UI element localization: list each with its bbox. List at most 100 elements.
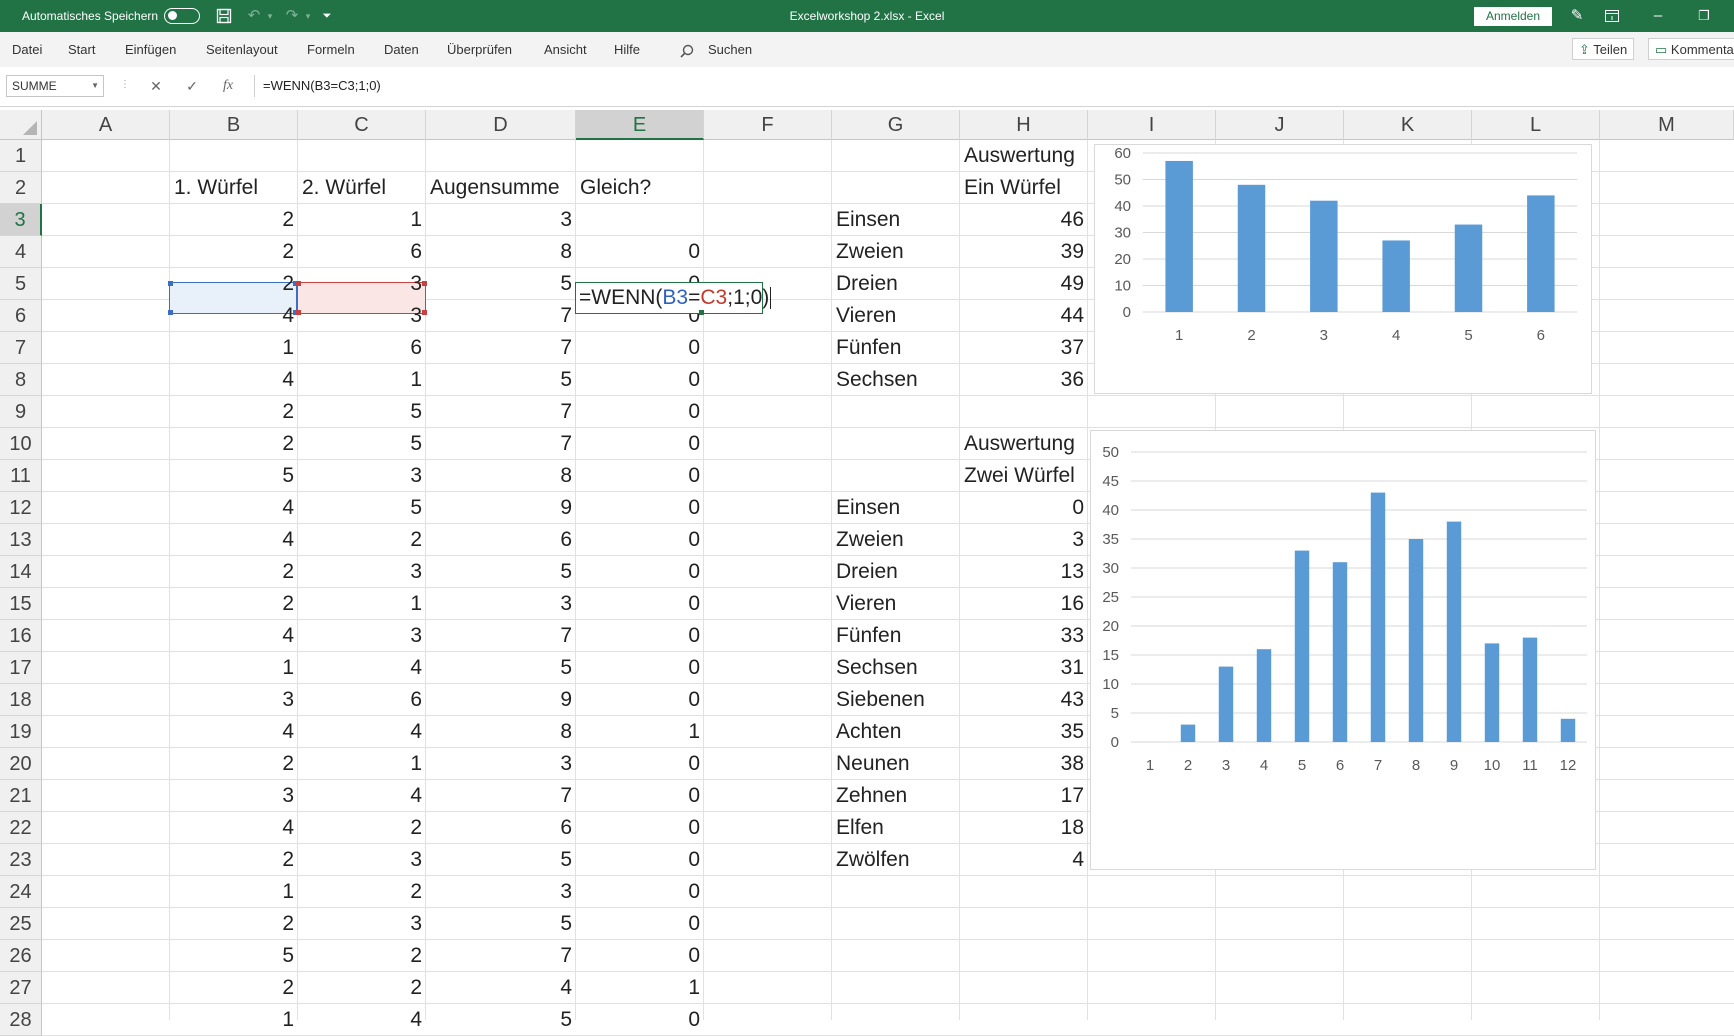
two-dice-value[interactable]: 33	[960, 620, 1088, 652]
two-dice-label[interactable]: Elfen	[832, 812, 960, 844]
two-dice-value[interactable]: 4	[960, 844, 1088, 876]
column-header-d[interactable]: D	[426, 110, 576, 140]
two-dice-label[interactable]: Achten	[832, 716, 960, 748]
cell-b10[interactable]: 2	[170, 428, 298, 460]
two-dice-value[interactable]: 18	[960, 812, 1088, 844]
cell-b11[interactable]: 5	[170, 460, 298, 492]
cell-b27[interactable]: 2	[170, 972, 298, 1004]
cell-c9[interactable]: 5	[298, 396, 426, 428]
tab-start[interactable]: Start	[68, 32, 95, 67]
two-dice-value[interactable]: 17	[960, 780, 1088, 812]
cell-d11[interactable]: 8	[426, 460, 576, 492]
cell-d23[interactable]: 5	[426, 844, 576, 876]
save-icon[interactable]	[214, 0, 234, 32]
cell-b13[interactable]: 4	[170, 524, 298, 556]
two-dice-value[interactable]: 38	[960, 748, 1088, 780]
two-dice-label[interactable]: Zwölfen	[832, 844, 960, 876]
selection-handle[interactable]	[422, 310, 427, 315]
tab-datei[interactable]: Datei	[12, 32, 42, 67]
row-header-12[interactable]: 12	[0, 492, 42, 524]
cell-d20[interactable]: 3	[426, 748, 576, 780]
cell-d14[interactable]: 5	[426, 556, 576, 588]
minimize-icon[interactable]: –	[1646, 0, 1670, 32]
customize-toolbar-icon[interactable]: ⏷	[318, 0, 336, 32]
name-box[interactable]: SUMME ▼	[6, 75, 104, 97]
cell-e8[interactable]: 0	[576, 364, 704, 396]
one-die-value[interactable]: 37	[960, 332, 1088, 364]
two-dice-label[interactable]: Einsen	[832, 492, 960, 524]
two-dice-title[interactable]: Auswertung	[960, 428, 1088, 460]
two-dice-label[interactable]: Siebenen	[832, 684, 960, 716]
row-header-2[interactable]: 2	[0, 172, 42, 204]
column-header-c[interactable]: C	[298, 110, 426, 140]
cell-e15[interactable]: 0	[576, 588, 704, 620]
cell-c15[interactable]: 1	[298, 588, 426, 620]
one-die-value[interactable]: 36	[960, 364, 1088, 396]
cell-d27[interactable]: 4	[426, 972, 576, 1004]
cell-b25[interactable]: 2	[170, 908, 298, 940]
share-button[interactable]: ⇪ Teilen	[1572, 38, 1634, 60]
drag-handle-icon[interactable]: ⋮	[120, 79, 130, 90]
cell-b4[interactable]: 2	[170, 236, 298, 268]
two-dice-label[interactable]: Fünfen	[832, 620, 960, 652]
cell-b22[interactable]: 4	[170, 812, 298, 844]
column-header-j[interactable]: J	[1216, 110, 1344, 140]
tab-seitenlayout[interactable]: Seitenlayout	[206, 32, 278, 67]
chart-one-die[interactable]: 0 10 20 30 40 50 60 1 2 3 4 5 6	[1094, 144, 1592, 394]
cell-d3[interactable]: 3	[426, 204, 576, 236]
two-dice-label[interactable]: Vieren	[832, 588, 960, 620]
column-header-b[interactable]: B	[170, 110, 298, 140]
cancel-icon[interactable]: ✕	[144, 75, 168, 97]
cell-d9[interactable]: 7	[426, 396, 576, 428]
tab-hilfe[interactable]: Hilfe	[614, 32, 640, 67]
cell-c20[interactable]: 1	[298, 748, 426, 780]
cell-b5[interactable]: 2	[170, 268, 298, 300]
column-header-m[interactable]: M	[1600, 110, 1734, 140]
cell-c14[interactable]: 3	[298, 556, 426, 588]
cell-b21[interactable]: 3	[170, 780, 298, 812]
two-dice-label[interactable]: Zehnen	[832, 780, 960, 812]
cell-d18[interactable]: 9	[426, 684, 576, 716]
row-header-14[interactable]: 14	[0, 556, 42, 588]
cell-b3[interactable]: 2	[170, 204, 298, 236]
undo-dropdown-icon[interactable]: ▾	[264, 0, 276, 32]
column-header-f[interactable]: F	[704, 110, 832, 140]
row-header-11[interactable]: 11	[0, 460, 42, 492]
row-header-22[interactable]: 22	[0, 812, 42, 844]
tab-daten[interactable]: Daten	[384, 32, 419, 67]
two-dice-value[interactable]: 3	[960, 524, 1088, 556]
two-dice-label[interactable]: Neunen	[832, 748, 960, 780]
cell-c11[interactable]: 3	[298, 460, 426, 492]
cell-b9[interactable]: 2	[170, 396, 298, 428]
row-header-18[interactable]: 18	[0, 684, 42, 716]
two-dice-value[interactable]: 35	[960, 716, 1088, 748]
selection-handle[interactable]	[296, 310, 301, 315]
select-all-button[interactable]	[0, 110, 42, 140]
cell-d19[interactable]: 8	[426, 716, 576, 748]
row-header-10[interactable]: 10	[0, 428, 42, 460]
row-header-13[interactable]: 13	[0, 524, 42, 556]
header-c[interactable]: 2. Würfel	[298, 172, 426, 204]
cell-b26[interactable]: 5	[170, 940, 298, 972]
cell-d17[interactable]: 5	[426, 652, 576, 684]
redo-icon[interactable]: ↷	[282, 0, 302, 32]
cell-b14[interactable]: 2	[170, 556, 298, 588]
one-die-title[interactable]: Auswertung	[960, 140, 1088, 172]
row-header-9[interactable]: 9	[0, 396, 42, 428]
row-header-16[interactable]: 16	[0, 620, 42, 652]
selection-handle[interactable]	[296, 281, 301, 286]
comments-button[interactable]: ▭ Kommentare	[1648, 38, 1734, 60]
row-header-15[interactable]: 15	[0, 588, 42, 620]
cell-d8[interactable]: 5	[426, 364, 576, 396]
cell-e19[interactable]: 1	[576, 716, 704, 748]
row-header-27[interactable]: 27	[0, 972, 42, 1004]
cell-b15[interactable]: 2	[170, 588, 298, 620]
cell-d25[interactable]: 5	[426, 908, 576, 940]
cell-e26[interactable]: 0	[576, 940, 704, 972]
search-icon[interactable]	[680, 32, 694, 67]
active-cell-editor[interactable]: =WENN(B3=C3;1;0)	[575, 282, 772, 314]
cell-e20[interactable]: 0	[576, 748, 704, 780]
cell-d26[interactable]: 7	[426, 940, 576, 972]
cell-c18[interactable]: 6	[298, 684, 426, 716]
tab-ansicht[interactable]: Ansicht	[544, 32, 587, 67]
